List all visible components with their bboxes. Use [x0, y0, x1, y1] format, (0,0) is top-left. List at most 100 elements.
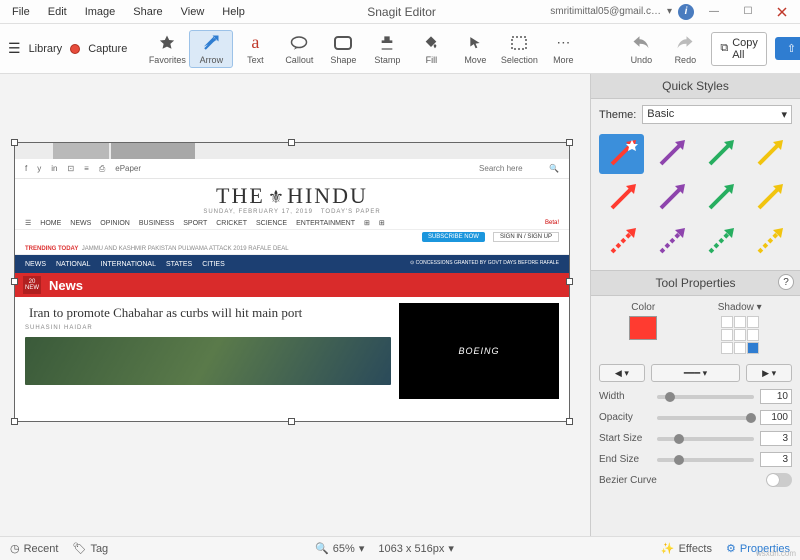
tool-move[interactable]: Move — [453, 30, 497, 68]
width-value[interactable]: 10 — [760, 389, 792, 404]
menu-edit[interactable]: Edit — [40, 4, 75, 20]
tool-callout[interactable]: Callout — [277, 30, 321, 68]
end-size-slider[interactable] — [657, 458, 754, 462]
quick-style-2[interactable] — [698, 134, 743, 174]
copy-icon: ⧉ — [720, 42, 728, 55]
line-style-select[interactable]: ━━━ ▾ — [651, 364, 741, 382]
tool-arrow[interactable]: Arrow — [189, 30, 233, 68]
quick-style-7[interactable] — [747, 178, 792, 218]
quick-style-10[interactable] — [698, 222, 743, 262]
rss-icon: ≡ — [84, 164, 89, 173]
menu-file[interactable]: File — [4, 4, 38, 20]
tool-fill[interactable]: Fill — [409, 30, 453, 68]
quick-style-9[interactable] — [648, 222, 693, 262]
menu-share[interactable]: Share — [125, 4, 170, 20]
tool-favorites[interactable]: Favorites — [145, 30, 189, 68]
quick-style-3[interactable] — [747, 134, 792, 174]
shadow-direction-grid[interactable] — [721, 316, 759, 354]
arrow-tool-icon — [202, 33, 220, 53]
end-size-label: End Size — [599, 454, 651, 465]
brand-emblem-icon: ⚜ — [268, 187, 284, 207]
start-size-value[interactable]: 3 — [760, 431, 792, 446]
window-close-button[interactable] — [768, 2, 796, 22]
canvas-area[interactable]: f y in ⊡ ≡ ⎙ ePaper 🔍 THE ⚜ HINDU SUNDAY… — [0, 74, 590, 536]
copy-all-button[interactable]: ⧉ Copy All — [711, 32, 767, 66]
start-size-label: Start Size — [599, 433, 651, 444]
search-icon: 🔍 — [549, 164, 559, 173]
user-email[interactable]: smritimittal05@gmail.c… — [550, 6, 661, 17]
width-slider[interactable] — [657, 395, 754, 399]
zoom-control[interactable]: 🔍65% ▾ — [315, 542, 364, 555]
main-toolbar: ☰ Library Capture Favorites Arrow a Text… — [0, 24, 800, 74]
text-icon: a — [251, 33, 259, 53]
opacity-value[interactable]: 100 — [760, 410, 792, 425]
menu-image[interactable]: Image — [77, 4, 124, 20]
bezier-toggle[interactable] — [766, 473, 792, 487]
epaper-link: ePaper — [115, 164, 141, 173]
status-bar: ◷Recent 🏷Tag 🔍65% ▾ 1063 x 516px ▾ ✨Effe… — [0, 536, 800, 560]
help-button[interactable]: ? — [778, 274, 794, 290]
window-minimize-button[interactable]: — — [700, 2, 728, 22]
menu-help[interactable]: Help — [214, 4, 253, 20]
quick-style-8[interactable] — [599, 222, 644, 262]
window-maximize-button[interactable]: ☐ — [734, 2, 762, 22]
quick-style-0[interactable] — [599, 134, 644, 174]
stamp-icon — [379, 33, 395, 53]
tool-stamp[interactable]: Stamp — [365, 30, 409, 68]
share-icon: ⇧ — [787, 42, 796, 55]
effects-button[interactable]: ✨Effects — [661, 542, 712, 555]
bezier-label: Bezier Curve — [599, 475, 657, 486]
resize-handle-n[interactable] — [288, 139, 295, 146]
tool-shape[interactable]: Shape — [321, 30, 365, 68]
clock-icon: ◷ — [10, 542, 20, 555]
quick-styles-header: Quick Styles — [591, 74, 800, 99]
resize-handle-se[interactable] — [566, 418, 573, 425]
menu-icon: ☰ — [25, 219, 31, 227]
share-button[interactable]: ⇧ Share — [775, 37, 800, 60]
quick-style-6[interactable] — [698, 178, 743, 218]
tag-icon: 🏷 — [72, 542, 86, 555]
tool-text[interactable]: a Text — [233, 30, 277, 68]
wand-icon: ✨ — [661, 542, 675, 555]
quick-style-5[interactable] — [648, 178, 693, 218]
capture-button[interactable]: Capture — [88, 43, 127, 55]
quick-style-4[interactable] — [599, 178, 644, 218]
opacity-label: Opacity — [599, 412, 651, 423]
window-title: Snagit Editor — [253, 5, 550, 19]
quick-style-1[interactable] — [648, 134, 693, 174]
resize-handle-w[interactable] — [11, 278, 18, 285]
dimensions-display[interactable]: 1063 x 516px ▾ — [378, 542, 454, 555]
library-button[interactable]: Library — [29, 43, 63, 55]
undo-button[interactable]: Undo — [619, 31, 663, 67]
resize-handle-e[interactable] — [566, 278, 573, 285]
theme-label: Theme: — [599, 109, 636, 121]
tool-group: Favorites Arrow a Text Callout Shape Sta… — [145, 30, 585, 68]
opacity-slider[interactable] — [657, 416, 754, 420]
recent-button[interactable]: ◷Recent — [10, 542, 58, 555]
hamburger-icon[interactable]: ☰ — [8, 40, 21, 57]
captured-author: SUHASINI HAIDAR — [25, 325, 391, 331]
redo-button[interactable]: Redo — [663, 31, 707, 67]
menu-view[interactable]: View — [173, 4, 213, 20]
color-label: Color — [631, 302, 655, 313]
quick-style-11[interactable] — [747, 222, 792, 262]
tool-more[interactable]: ⋯ More — [541, 30, 585, 68]
resize-handle-nw[interactable] — [11, 139, 18, 146]
linkedin-icon: in — [51, 164, 57, 173]
tag-button[interactable]: 🏷Tag — [72, 542, 108, 555]
start-size-slider[interactable] — [657, 437, 754, 441]
callout-icon — [290, 33, 308, 53]
resize-handle-sw[interactable] — [11, 418, 18, 425]
color-swatch[interactable] — [629, 316, 657, 340]
end-cap-select[interactable]: ▶ ▾ — [746, 364, 792, 382]
tool-selection[interactable]: Selection — [497, 30, 541, 68]
twitter-icon: y — [37, 164, 41, 173]
info-badge-icon[interactable]: i — [678, 4, 694, 20]
end-size-value[interactable]: 3 — [760, 452, 792, 467]
theme-select[interactable]: Basic ▾ — [642, 105, 792, 124]
resize-handle-s[interactable] — [288, 418, 295, 425]
start-cap-select[interactable]: ◀ ▾ — [599, 364, 645, 382]
selection-box[interactable]: f y in ⊡ ≡ ⎙ ePaper 🔍 THE ⚜ HINDU SUNDAY… — [14, 142, 570, 422]
undo-icon — [632, 33, 650, 53]
resize-handle-ne[interactable] — [566, 139, 573, 146]
